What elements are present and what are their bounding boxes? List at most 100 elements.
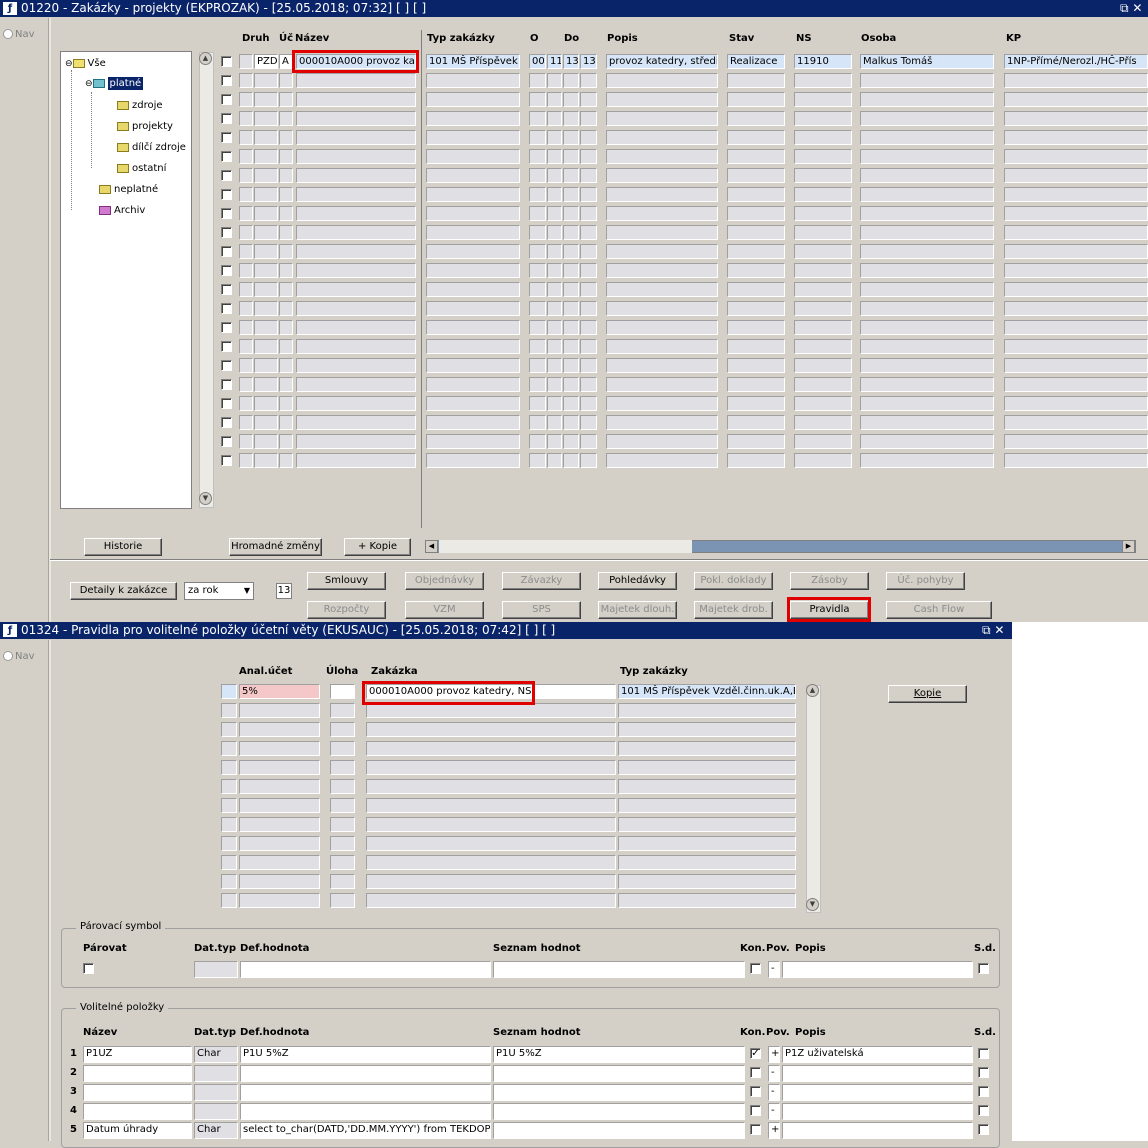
grid-cell[interactable] — [794, 149, 852, 164]
window2-controls[interactable]: ⧉ ✕ — [982, 622, 1004, 639]
grid-cell[interactable] — [254, 434, 278, 449]
grid-cell[interactable] — [239, 301, 253, 316]
row-checkbox[interactable] — [221, 417, 232, 428]
grid-cell[interactable] — [580, 149, 597, 164]
grid-cell[interactable] — [239, 817, 320, 832]
row-selector[interactable] — [221, 760, 237, 775]
grid-cell[interactable] — [580, 377, 597, 392]
vp-sd-checkbox[interactable] — [978, 1105, 989, 1116]
vp-pov[interactable]: + — [768, 1122, 780, 1139]
row1-anal-ucet[interactable]: 5% — [239, 684, 320, 699]
grid-cell[interactable] — [1004, 168, 1148, 183]
scroll-left-icon[interactable]: ◀ — [425, 540, 438, 553]
grid-cell[interactable] — [547, 130, 562, 145]
grid-cell[interactable] — [1004, 396, 1148, 411]
grid-cell[interactable] — [547, 225, 562, 240]
grid-cell[interactable] — [426, 244, 520, 259]
grid-cell[interactable] — [239, 893, 320, 908]
grid-cell[interactable] — [606, 415, 718, 430]
grid-cell[interactable] — [529, 92, 546, 107]
grid-cell[interactable] — [860, 92, 994, 107]
grid-cell[interactable] — [529, 130, 546, 145]
grid-cell[interactable] — [618, 817, 796, 832]
grid-cell[interactable] — [296, 453, 416, 468]
vp-sd-checkbox[interactable] — [978, 1124, 989, 1135]
grid-cell[interactable] — [426, 396, 520, 411]
grid-cell[interactable] — [239, 320, 253, 335]
grid-cell[interactable] — [618, 779, 796, 794]
row-selector[interactable] — [221, 779, 237, 794]
grid-cell[interactable] — [1004, 320, 1148, 335]
grid-cell[interactable] — [239, 73, 253, 88]
grid-cell[interactable] — [580, 92, 597, 107]
grid-cell[interactable] — [296, 206, 416, 221]
grid-cell[interactable] — [580, 453, 597, 468]
grid-cell[interactable] — [580, 282, 597, 297]
vp-nazev[interactable]: Datum úhrady — [83, 1122, 192, 1139]
grid-cell[interactable] — [860, 187, 994, 202]
row1-druh[interactable]: PZD — [254, 54, 278, 69]
grid-cell[interactable] — [296, 73, 416, 88]
scroll-up-icon[interactable]: ▲ — [806, 684, 819, 697]
row-checkbox[interactable] — [221, 379, 232, 390]
grid-cell[interactable] — [547, 358, 562, 373]
grid-cell[interactable] — [606, 263, 718, 278]
grid-cell[interactable] — [860, 206, 994, 221]
grid-cell[interactable] — [529, 263, 546, 278]
grid-cell[interactable] — [254, 320, 278, 335]
grid-cell[interactable] — [366, 703, 616, 718]
grid-cell[interactable] — [727, 320, 785, 335]
grid-cell[interactable] — [618, 703, 796, 718]
grid-cell[interactable] — [239, 703, 320, 718]
parovat-checkbox[interactable] — [83, 963, 94, 974]
row-checkbox[interactable] — [221, 455, 232, 466]
grid-cell[interactable] — [563, 263, 579, 278]
grid-cell[interactable] — [794, 111, 852, 126]
grid-cell[interactable] — [366, 836, 616, 851]
grid-cell[interactable] — [296, 225, 416, 240]
row-checkbox[interactable] — [221, 284, 232, 295]
grid-cell[interactable] — [1004, 415, 1148, 430]
grid-cell[interactable] — [330, 741, 355, 756]
grid-cell[interactable] — [727, 282, 785, 297]
grid-cell[interactable] — [1004, 92, 1148, 107]
grid-cell[interactable] — [794, 415, 852, 430]
grid-cell[interactable] — [727, 168, 785, 183]
grid-cell[interactable] — [563, 453, 579, 468]
grid-cell[interactable] — [426, 206, 520, 221]
grid-cell[interactable] — [606, 339, 718, 354]
row-checkbox[interactable] — [221, 151, 232, 162]
row-selector[interactable] — [221, 703, 237, 718]
grid-cell[interactable] — [794, 92, 852, 107]
grid-cell[interactable] — [727, 339, 785, 354]
majetek-dlouh-button[interactable]: Majetek dlouh. — [598, 601, 677, 619]
vp-pov[interactable]: + — [768, 1046, 780, 1063]
row-selector[interactable] — [221, 684, 237, 699]
grid-cell[interactable] — [580, 396, 597, 411]
grid-cell[interactable] — [254, 149, 278, 164]
grid-cell[interactable] — [580, 244, 597, 259]
grid-cell[interactable] — [426, 73, 520, 88]
grid-cell[interactable] — [239, 836, 320, 851]
grid-cell[interactable] — [239, 168, 253, 183]
grid-cell[interactable] — [794, 130, 852, 145]
grid-cell[interactable] — [529, 111, 546, 126]
grid-cell[interactable] — [580, 225, 597, 240]
grid-cell[interactable] — [279, 339, 293, 354]
row-selector[interactable] — [221, 874, 237, 889]
grid-cell[interactable] — [296, 358, 416, 373]
grid-cell[interactable] — [296, 396, 416, 411]
grid-cell[interactable] — [239, 54, 253, 69]
vp-defhod[interactable] — [240, 1103, 491, 1120]
grid-cell[interactable] — [580, 263, 597, 278]
grid-cell[interactable] — [239, 149, 253, 164]
grid-cell[interactable] — [279, 73, 293, 88]
kopie-button-2[interactable]: Kopie — [888, 685, 967, 703]
grid-cell[interactable] — [606, 111, 718, 126]
grid-cell[interactable] — [254, 301, 278, 316]
grid-cell[interactable] — [366, 855, 616, 870]
grid-cell[interactable] — [254, 92, 278, 107]
grid-cell[interactable] — [239, 206, 253, 221]
grid-cell[interactable] — [426, 263, 520, 278]
vp-sd-checkbox[interactable] — [978, 1086, 989, 1097]
